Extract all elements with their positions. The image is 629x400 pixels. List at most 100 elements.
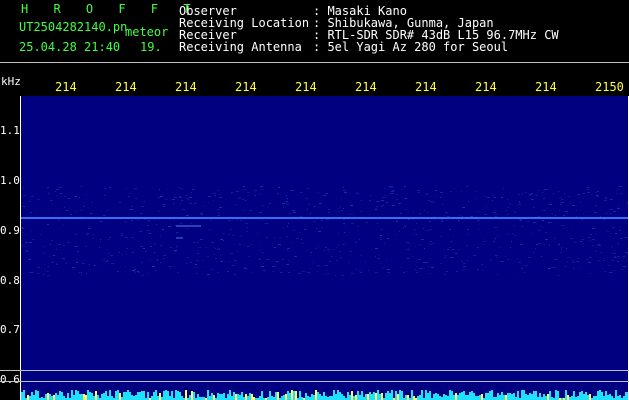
noise-bar — [165, 390, 167, 400]
noise-speck — [106, 210, 109, 211]
noise-bar — [365, 394, 367, 400]
noise-speck — [531, 233, 532, 234]
noise-bar — [177, 391, 179, 400]
noise-speck — [129, 193, 131, 194]
noise-speck — [103, 215, 106, 216]
noise-bar — [411, 390, 413, 400]
noise-speck — [614, 270, 615, 271]
noise-speck — [76, 262, 78, 263]
noise-speck — [211, 269, 214, 270]
noise-speck — [351, 273, 354, 274]
noise-speck — [415, 269, 416, 270]
noise-speck — [343, 219, 345, 220]
noise-speck — [524, 272, 525, 273]
noise-bar — [73, 395, 75, 400]
noise-speck — [134, 188, 137, 189]
noise-speck — [294, 256, 297, 257]
noise-speck — [282, 203, 285, 204]
noise-speck — [566, 261, 568, 262]
noise-speck — [267, 206, 268, 207]
noise-speck — [126, 254, 127, 255]
noise-speck — [201, 214, 203, 215]
noise-speck — [415, 246, 416, 247]
noise-speck — [47, 224, 49, 225]
noise-speck — [246, 227, 248, 228]
noise-speck — [327, 249, 330, 250]
noise-speck — [225, 261, 226, 262]
noise-speck — [132, 270, 135, 271]
noise-bar — [221, 394, 223, 400]
noise-bar — [207, 390, 209, 400]
noise-speck — [321, 227, 323, 228]
noise-speck — [386, 260, 387, 261]
noise-bar — [539, 393, 541, 400]
noise-speck — [369, 200, 371, 201]
noise-bar — [499, 395, 501, 400]
noise-speck — [332, 249, 333, 250]
noise-speck — [454, 188, 455, 189]
noise-bar — [63, 396, 65, 400]
noise-speck — [263, 270, 266, 271]
noise-bar — [293, 391, 295, 400]
noise-speck — [179, 196, 181, 197]
y-tick-label: 1.0 — [0, 174, 20, 187]
noise-speck — [573, 268, 575, 269]
noise-speck — [535, 249, 536, 250]
noise-bar — [425, 390, 427, 400]
noise-speck — [342, 244, 345, 245]
noise-speck — [417, 192, 420, 193]
noise-bar — [315, 390, 317, 400]
noise-speck — [586, 259, 589, 260]
noise-speck — [217, 190, 219, 191]
bottom-noise-strip — [21, 390, 629, 400]
noise-bar — [505, 395, 507, 400]
noise-bar — [437, 394, 439, 400]
noise-bar — [605, 391, 607, 400]
info-label-antenna: Receiving Antenna — [179, 40, 302, 54]
noise-speck — [307, 208, 309, 209]
noise-speck — [186, 215, 189, 216]
noise-bar — [567, 395, 569, 400]
noise-speck — [626, 203, 627, 204]
noise-speck — [208, 196, 211, 197]
noise-speck — [486, 206, 487, 207]
noise-bar — [371, 394, 373, 400]
noise-speck — [288, 259, 289, 260]
noise-bar — [361, 391, 363, 400]
noise-speck — [125, 237, 128, 238]
noise-speck — [284, 211, 285, 212]
noise-bar — [599, 390, 601, 400]
noise-speck — [260, 243, 261, 244]
noise-bar — [529, 393, 531, 400]
noise-speck — [231, 192, 233, 193]
noise-speck — [187, 228, 189, 229]
noise-speck — [583, 243, 584, 244]
noise-speck — [158, 197, 161, 198]
noise-speck — [52, 205, 53, 206]
noise-speck — [22, 244, 23, 245]
noise-speck — [462, 207, 465, 208]
noise-bar — [331, 396, 333, 400]
noise-speck — [40, 234, 41, 235]
noise-speck — [148, 220, 150, 221]
noise-speck — [515, 235, 516, 236]
noise-speck — [316, 228, 317, 229]
noise-speck — [214, 195, 216, 196]
noise-bar — [581, 391, 583, 400]
noise-speck — [285, 207, 286, 208]
y-unit-label: kHz — [1, 75, 21, 88]
noise-speck — [430, 201, 433, 202]
noise-speck — [156, 260, 158, 261]
noise-bar — [211, 393, 213, 400]
noise-speck — [503, 188, 504, 189]
noise-bar — [337, 390, 339, 400]
noise-speck — [172, 199, 175, 200]
noise-bar — [445, 395, 447, 400]
noise-speck — [68, 240, 69, 241]
noise-speck — [591, 194, 593, 195]
noise-speck — [275, 264, 276, 265]
noise-speck — [419, 268, 422, 269]
noise-speck — [165, 198, 166, 199]
noise-speck — [51, 240, 53, 241]
noise-speck — [479, 229, 480, 230]
